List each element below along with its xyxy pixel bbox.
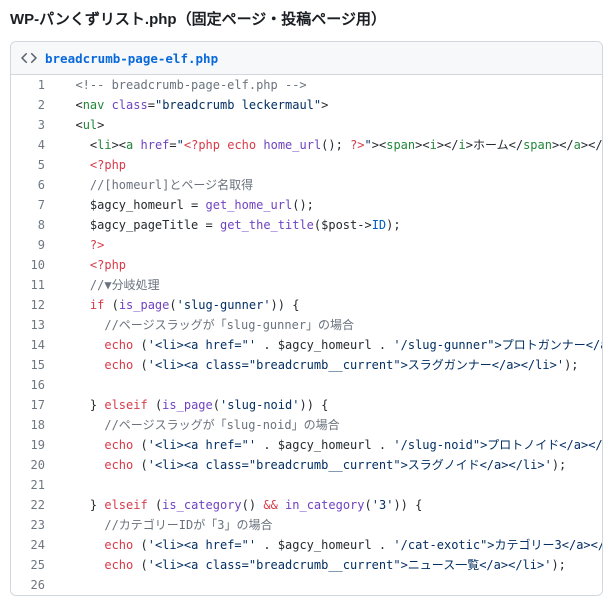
line-number[interactable]: 15 [11, 355, 61, 375]
line-number[interactable]: 9 [11, 235, 61, 255]
code-line: 24 echo ('<li><a href="' . $agcy_homeurl… [11, 535, 603, 555]
line-number[interactable]: 14 [11, 335, 61, 355]
code-line: 12 if (is_page('slug-gunner')) { [11, 295, 603, 315]
code-line: 7 $agcy_homeurl = get_home_url(); [11, 195, 603, 215]
line-number[interactable]: 24 [11, 535, 61, 555]
line-number[interactable]: 25 [11, 555, 61, 575]
code-line: 8 $agcy_pageTitle = get_the_title($post-… [11, 215, 603, 235]
line-number[interactable]: 8 [11, 215, 61, 235]
code-line: 11 //▼分岐処理 [11, 275, 603, 295]
code-file-icon [21, 50, 37, 66]
code-content: <li><a href="<?php echo home_url(); ?>">… [61, 135, 603, 155]
line-number[interactable]: 12 [11, 295, 61, 315]
line-number[interactable]: 19 [11, 435, 61, 455]
line-number[interactable]: 4 [11, 135, 61, 155]
line-number[interactable]: 13 [11, 315, 61, 335]
line-number[interactable]: 16 [11, 375, 61, 395]
code-line: 25 echo ('<li><a class="breadcrumb__curr… [11, 555, 603, 575]
code-content: //[homeurl]とページ名取得 [61, 175, 603, 195]
line-number[interactable]: 18 [11, 415, 61, 435]
code-content: if (is_page('slug-gunner')) { [61, 295, 603, 315]
code-line: 15 echo ('<li><a class="breadcrumb__curr… [11, 355, 603, 375]
code-line: 6 //[homeurl]とページ名取得 [11, 175, 603, 195]
code-line: 17 } elseif (is_page('slug-noid')) { [11, 395, 603, 415]
code-content: //カテゴリーIDが「3」の場合 [61, 515, 603, 535]
line-number[interactable]: 17 [11, 395, 61, 415]
line-number[interactable]: 6 [11, 175, 61, 195]
code-line: 26 [11, 575, 603, 595]
line-number[interactable]: 26 [11, 575, 61, 595]
code-line: 23 //カテゴリーIDが「3」の場合 [11, 515, 603, 535]
line-number[interactable]: 7 [11, 195, 61, 215]
line-number[interactable]: 20 [11, 455, 61, 475]
code-line: 2 <nav class="breadcrumb leckermaul"> [11, 95, 603, 115]
code-content: ?> [61, 235, 603, 255]
code-content: $agcy_homeurl = get_home_url(); [61, 195, 603, 215]
code-content: echo ('<li><a href="' . $agcy_homeurl . … [61, 535, 603, 555]
line-number[interactable]: 22 [11, 495, 61, 515]
code-line: 20 echo ('<li><a class="breadcrumb__curr… [11, 455, 603, 475]
code-line: 5 <?php [11, 155, 603, 175]
file-name-link[interactable]: breadcrumb-page-elf.php [45, 51, 218, 66]
code-content: <?php [61, 255, 603, 275]
page-title: WP-パンくずリスト.php（固定ページ・投稿ページ用） [0, 0, 613, 41]
code-content [61, 475, 603, 495]
code-content: echo ('<li><a class="breadcrumb__current… [61, 555, 603, 575]
line-number[interactable]: 5 [11, 155, 61, 175]
code-line: 16 [11, 375, 603, 395]
line-number[interactable]: 21 [11, 475, 61, 495]
code-line: 1 <!-- breadcrumb-page-elf.php --> [11, 75, 603, 95]
code-line: 3 <ul> [11, 115, 603, 135]
code-content: <ul> [61, 115, 603, 135]
code-line: 19 echo ('<li><a href="' . $agcy_homeurl… [11, 435, 603, 455]
code-line: 10 <?php [11, 255, 603, 275]
code-viewer: 1 <!-- breadcrumb-page-elf.php -->2 <nav… [11, 75, 603, 595]
code-line: 21 [11, 475, 603, 495]
code-line: 18 //ページスラッグが「slug-noid」の場合 [11, 415, 603, 435]
code-content: echo ('<li><a href="' . $agcy_homeurl . … [61, 335, 603, 355]
code-content: } elseif (is_category() && in_category('… [61, 495, 603, 515]
code-content: //ページスラッグが「slug-noid」の場合 [61, 415, 603, 435]
file-header: breadcrumb-page-elf.php [11, 42, 602, 75]
code-content: //ページスラッグが「slug-gunner」の場合 [61, 315, 603, 335]
code-line: 22 } elseif (is_category() && in_categor… [11, 495, 603, 515]
code-content: <nav class="breadcrumb leckermaul"> [61, 95, 603, 115]
line-number[interactable]: 11 [11, 275, 61, 295]
line-number[interactable]: 23 [11, 515, 61, 535]
code-line: 13 //ページスラッグが「slug-gunner」の場合 [11, 315, 603, 335]
line-number[interactable]: 3 [11, 115, 61, 135]
file-panel: breadcrumb-page-elf.php 1 <!-- breadcrum… [10, 41, 603, 596]
code-content: echo ('<li><a class="breadcrumb__current… [61, 455, 603, 475]
code-line: 4 <li><a href="<?php echo home_url(); ?>… [11, 135, 603, 155]
code-content: //▼分岐処理 [61, 275, 603, 295]
code-content [61, 375, 603, 395]
code-content [61, 575, 603, 595]
code-line: 9 ?> [11, 235, 603, 255]
line-number[interactable]: 2 [11, 95, 61, 115]
code-content: <!-- breadcrumb-page-elf.php --> [61, 75, 603, 95]
line-number[interactable]: 1 [11, 75, 61, 95]
code-content: $agcy_pageTitle = get_the_title($post->I… [61, 215, 603, 235]
code-content: echo ('<li><a href="' . $agcy_homeurl . … [61, 435, 603, 455]
code-line: 14 echo ('<li><a href="' . $agcy_homeurl… [11, 335, 603, 355]
line-number[interactable]: 10 [11, 255, 61, 275]
code-content: } elseif (is_page('slug-noid')) { [61, 395, 603, 415]
code-content: <?php [61, 155, 603, 175]
code-content: echo ('<li><a class="breadcrumb__current… [61, 355, 603, 375]
